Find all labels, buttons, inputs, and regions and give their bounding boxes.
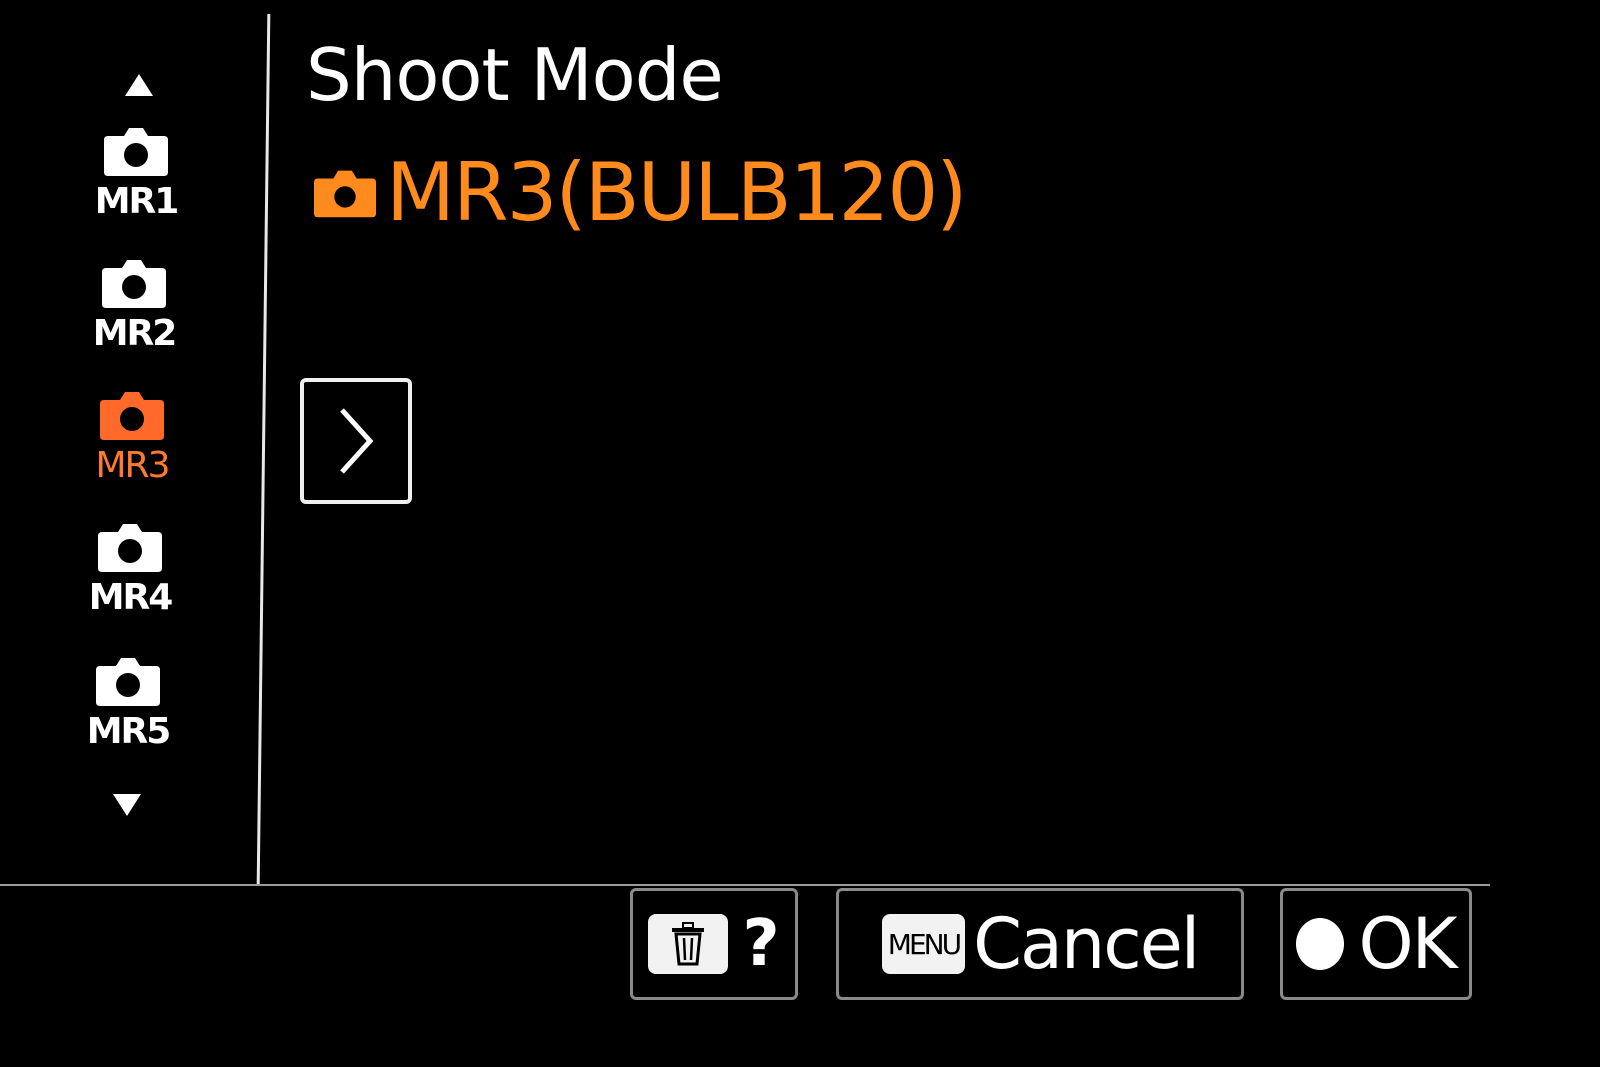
current-mode-text: MR3(BULB120) [386, 146, 968, 239]
menu-key-icon: MENU [881, 914, 966, 974]
sidebar-item-label: MR3 [95, 445, 171, 486]
camera-icon [313, 170, 377, 218]
cancel-label: Cancel [973, 903, 1200, 985]
triangle-down-icon[interactable] [112, 792, 142, 818]
page-title: Shoot Mode [306, 33, 724, 117]
trash-icon [648, 914, 729, 974]
sidebar-item-mr4[interactable]: MR4 [70, 520, 190, 630]
help-label: ? [742, 907, 780, 981]
horizontal-divider [0, 884, 1490, 886]
ok-label: OK [1358, 903, 1457, 985]
triangle-up-icon[interactable] [124, 72, 154, 98]
camera-icon [104, 128, 168, 176]
ok-button[interactable]: OK [1280, 888, 1472, 1000]
next-button[interactable] [300, 378, 412, 504]
sidebar-item-label: MR4 [88, 577, 174, 618]
sidebar-item-mr5[interactable]: MR5 [68, 654, 188, 764]
sidebar-item-mr3[interactable]: MR3 [72, 388, 192, 498]
mode-sidebar: MR1 MR2 MR3 MR4 MR5 [0, 0, 262, 885]
camera-icon [102, 260, 166, 308]
sidebar-item-label: MR2 [92, 313, 178, 354]
sidebar-item-label: MR1 [94, 181, 180, 222]
delete-help-button[interactable]: ? [630, 888, 798, 1000]
filled-circle-icon [1296, 918, 1345, 970]
camera-icon [98, 524, 162, 572]
sidebar-item-label: MR5 [86, 711, 172, 752]
camera-icon [96, 658, 160, 706]
current-mode-value: MR3(BULB120) [312, 138, 968, 248]
sidebar-item-mr1[interactable]: MR1 [76, 124, 196, 234]
cancel-button[interactable]: MENU Cancel [836, 888, 1244, 1000]
sidebar-item-mr2[interactable]: MR2 [74, 256, 194, 366]
chevron-right-icon [340, 408, 374, 474]
camera-icon [100, 392, 164, 440]
